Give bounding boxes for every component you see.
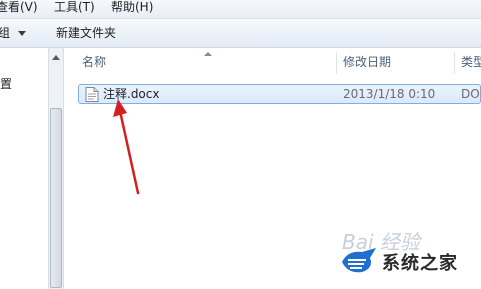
scroll-thumb[interactable] bbox=[50, 108, 62, 288]
menu-view[interactable]: 查看(V) bbox=[0, 0, 38, 15]
watermark-brand: 系统之家 bbox=[382, 253, 458, 274]
column-divider[interactable] bbox=[454, 52, 455, 74]
scroll-up-icon[interactable] bbox=[52, 55, 60, 60]
site-logo-icon bbox=[342, 248, 376, 273]
column-header-modified[interactable]: 修改日期 bbox=[343, 48, 391, 76]
column-divider[interactable] bbox=[336, 52, 337, 74]
file-type: DO bbox=[461, 87, 480, 101]
organize-button[interactable]: 组 bbox=[0, 25, 10, 41]
watermark: Bai 经验 系统之家 bbox=[322, 226, 481, 289]
file-modified-date: 2013/1/18 0:10 bbox=[343, 87, 436, 101]
menu-bar: 查看(V) 工具(T) 帮助(H) bbox=[0, 0, 481, 19]
nav-item-label[interactable]: 置 bbox=[0, 76, 12, 92]
annotation-arrow-icon bbox=[113, 99, 140, 195]
new-folder-button[interactable]: 新建文件夹 bbox=[56, 25, 116, 41]
navigation-scrollbar[interactable] bbox=[48, 48, 64, 289]
organize-dropdown-icon[interactable] bbox=[18, 31, 26, 36]
column-header-name[interactable]: 名称 bbox=[82, 48, 106, 76]
document-icon bbox=[85, 87, 99, 102]
menu-help[interactable]: 帮助(H) bbox=[111, 0, 153, 15]
menu-tools[interactable]: 工具(T) bbox=[54, 0, 95, 15]
column-header-type[interactable]: 类型 bbox=[461, 48, 481, 76]
sort-ascending-icon bbox=[204, 52, 212, 56]
navigation-pane: 置 bbox=[0, 48, 48, 289]
command-bar: 组 新建文件夹 bbox=[0, 19, 481, 48]
